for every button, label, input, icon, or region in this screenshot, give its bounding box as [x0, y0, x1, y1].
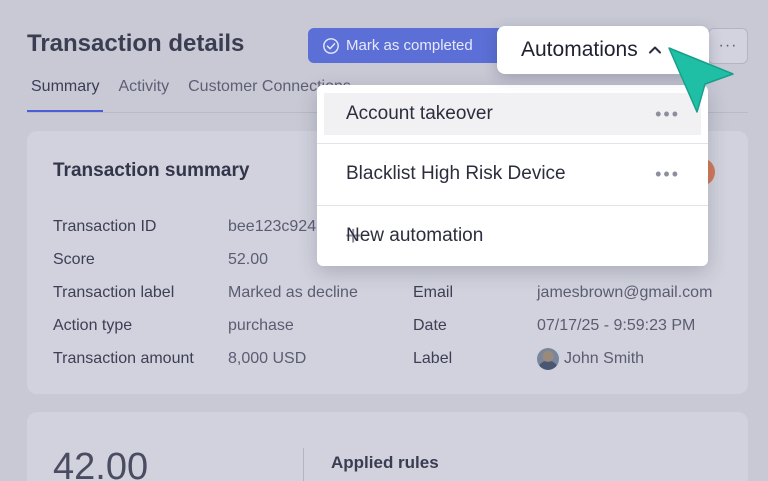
page-title: Transaction details	[27, 30, 245, 57]
new-automation-button[interactable]: + New automation	[317, 213, 708, 259]
label-value: John Smith	[564, 350, 645, 367]
transaction-id-value: bee123c924	[228, 218, 317, 235]
score-label: Score	[53, 251, 95, 268]
tab-summary[interactable]: Summary	[27, 78, 104, 112]
tab-activity[interactable]: Activity	[114, 78, 173, 112]
menu-item-account-takeover[interactable]: Account takeover •••	[324, 93, 701, 135]
score-value: 52.00	[228, 251, 269, 268]
applied-rules-heading: Applied rules	[331, 453, 439, 472]
transaction-label-label: Transaction label	[53, 284, 175, 301]
more-dots-icon[interactable]: •••	[655, 164, 680, 185]
menu-item-label: Blacklist High Risk Device	[346, 163, 566, 184]
new-automation-label: New automation	[346, 225, 484, 246]
transaction-label-value: Marked as decline	[228, 284, 358, 301]
email-value: jamesbrown@gmail.com	[537, 284, 713, 301]
transaction-summary-title: Transaction summary	[53, 160, 250, 181]
action-type-value: purchase	[228, 317, 294, 334]
chevron-up-icon	[648, 46, 661, 54]
email-label: Email	[413, 284, 454, 301]
menu-item-blacklist-high-risk-device[interactable]: Blacklist High Risk Device •••	[317, 151, 708, 197]
tab-bar: Summary Activity Customer Connections	[27, 78, 366, 112]
automations-label: Automations	[521, 38, 638, 61]
avatar	[537, 348, 559, 370]
pointer-cursor-icon	[668, 47, 734, 113]
transaction-amount-label: Transaction amount	[53, 350, 194, 367]
automations-dropdown-menu: Account takeover ••• Blacklist High Risk…	[317, 85, 708, 266]
menu-divider	[317, 143, 708, 144]
label-label: Label	[413, 350, 453, 367]
action-type-label: Action type	[53, 317, 133, 334]
menu-divider	[317, 205, 708, 206]
mark-completed-button[interactable]: Mark as completed	[308, 28, 504, 63]
mark-completed-label: Mark as completed	[346, 37, 473, 54]
menu-item-label: Account takeover	[346, 103, 493, 124]
score-card-divider	[303, 448, 304, 481]
check-circle-icon	[323, 37, 339, 54]
score-big-number: 42.00	[53, 446, 149, 481]
date-value: 07/17/25 - 9:59:23 PM	[537, 317, 696, 334]
transaction-amount-value: 8,000 USD	[228, 350, 307, 367]
transaction-id-label: Transaction ID	[53, 218, 157, 235]
date-label: Date	[413, 317, 447, 334]
